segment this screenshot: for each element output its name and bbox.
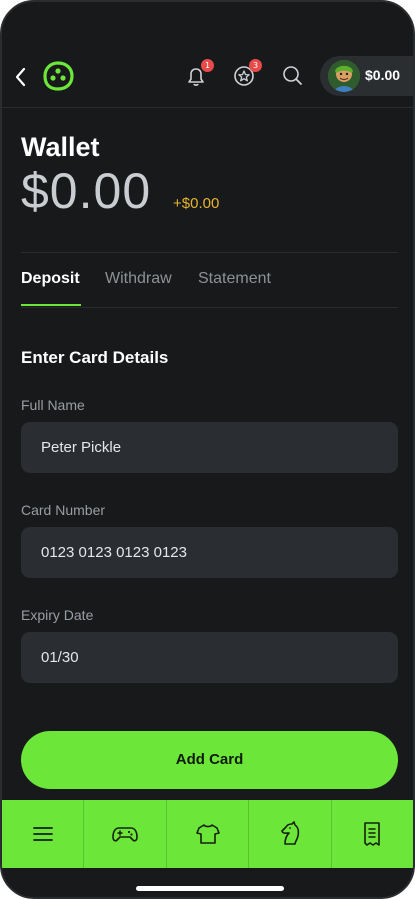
horse-icon: [281, 821, 300, 845]
avatar-icon: [328, 60, 360, 92]
logo-icon: [43, 61, 74, 91]
balance-pill[interactable]: $0.00: [320, 56, 413, 96]
nav-menu[interactable]: [2, 800, 85, 868]
nav-sports[interactable]: [167, 800, 250, 868]
full-name-label: Full Name: [21, 397, 85, 413]
tab-statement[interactable]: Statement: [198, 270, 271, 288]
active-tab-indicator: [21, 304, 81, 306]
page-title: Wallet: [21, 132, 100, 162]
card-number-label: Card Number: [21, 502, 106, 518]
add-card-button[interactable]: Add Card: [21, 731, 398, 789]
header-balance: $0.00: [365, 67, 401, 83]
nav-games[interactable]: [84, 800, 167, 868]
home-indicator[interactable]: [136, 886, 284, 891]
bottom-nav: [2, 800, 413, 868]
expiry-date-label: Expiry Date: [21, 607, 94, 623]
wallet-balance: $0.00: [21, 163, 152, 219]
back-button[interactable]: [10, 64, 32, 90]
app-screen: 1 3 $0.00 Wallet $0.00 +$0.00 Deposit Wi…: [0, 0, 415, 899]
card-number-field[interactable]: 0123 0123 0123 0123: [21, 527, 398, 578]
app-logo[interactable]: [39, 60, 77, 92]
tabs-divider: [21, 307, 398, 308]
full-name-field[interactable]: Peter Pickle: [21, 422, 398, 473]
notifications-button[interactable]: 1: [182, 59, 214, 90]
avatar: [328, 60, 360, 92]
search-button[interactable]: [279, 62, 307, 90]
form-title: Enter Card Details: [21, 348, 169, 367]
rewards-badge: 3: [249, 59, 262, 72]
nav-bets[interactable]: [332, 800, 413, 868]
divider: [21, 252, 398, 253]
nav-racing[interactable]: [249, 800, 332, 868]
tab-deposit[interactable]: Deposit: [21, 270, 80, 288]
expiry-date-field[interactable]: 01/30: [21, 632, 398, 683]
rewards-button[interactable]: 3: [230, 59, 262, 90]
jersey-icon: [195, 824, 220, 844]
notifications-badge: 1: [201, 59, 214, 72]
top-bar: 1 3 $0.00: [2, 46, 413, 108]
search-icon: [283, 66, 302, 85]
gamepad-icon: [112, 827, 138, 842]
receipt-icon: [364, 822, 381, 846]
chevron-left-icon: [15, 67, 26, 87]
menu-icon: [32, 827, 53, 841]
tab-withdraw[interactable]: Withdraw: [105, 270, 172, 288]
wallet-delta: +$0.00: [173, 195, 220, 212]
